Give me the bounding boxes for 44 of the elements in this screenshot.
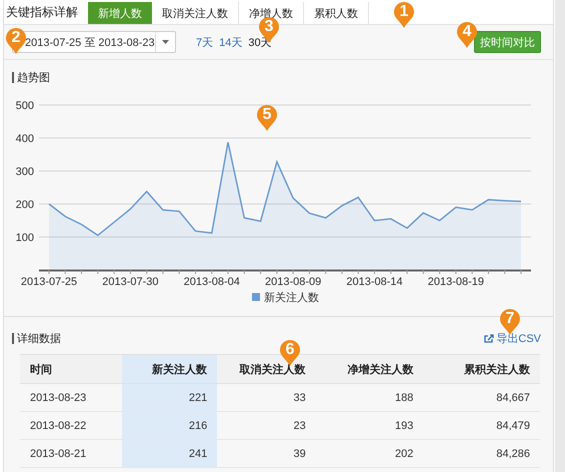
table-cell: 193: [316, 412, 424, 440]
axis-label: 2013-08-09: [265, 276, 322, 288]
table-cell: 39: [217, 440, 316, 468]
column-header[interactable]: 新关注人数: [122, 354, 218, 384]
axis-label: 300: [16, 166, 34, 178]
axis-label: 2013-08-04: [184, 276, 240, 288]
column-header[interactable]: 时间: [20, 354, 122, 384]
numbered-pin: 4: [456, 21, 478, 49]
range-link[interactable]: 7天: [196, 34, 214, 50]
numbered-pin: 2: [5, 27, 27, 55]
axis-label: 2013-07-30: [102, 276, 159, 288]
table-cell: 202: [316, 440, 424, 468]
column-header[interactable]: 累积关注人数: [423, 354, 540, 384]
tab[interactable]: 取消关注人数: [152, 2, 239, 24]
chart-title: 趋势图: [17, 70, 50, 84]
caret-icon: [162, 40, 169, 44]
table-cell: 84,667: [423, 384, 540, 412]
axis-label: 200: [16, 199, 34, 211]
export-icon: [484, 334, 494, 342]
axis-label: 400: [16, 133, 34, 145]
section-title: 关键指标详解: [5, 4, 79, 21]
range-link[interactable]: 14天: [219, 34, 242, 50]
column-header[interactable]: 取消关注人数: [217, 354, 316, 384]
tab[interactable]: 累积人数: [304, 2, 369, 24]
column-header[interactable]: 净增关注人数: [316, 354, 424, 384]
section-title: 详细数据: [17, 332, 62, 346]
axis-label: 2013-08-19: [428, 276, 484, 288]
table-cell: 33: [217, 384, 316, 412]
numbered-pin: 5: [256, 104, 278, 132]
table-cell: 221: [122, 384, 218, 412]
axis-label: 100: [16, 232, 34, 244]
scrollbar[interactable]: [555, 0, 565, 472]
tab[interactable]: 新增人数: [88, 2, 152, 24]
numbered-pin: 1: [393, 1, 415, 29]
axis-label: 2013-08-14: [346, 276, 403, 288]
table-cell: 188: [316, 384, 424, 412]
axis-label: 500: [16, 100, 34, 112]
table-cell: 84,286: [423, 440, 540, 468]
table-cell: 216: [122, 412, 218, 440]
legend-label: 新关注人数: [264, 290, 319, 304]
table-cell: 23: [217, 412, 316, 440]
table-cell: 241: [122, 440, 218, 468]
table-cell: 84,479: [423, 412, 540, 440]
axis-label: 2013-07-25: [20, 276, 78, 288]
